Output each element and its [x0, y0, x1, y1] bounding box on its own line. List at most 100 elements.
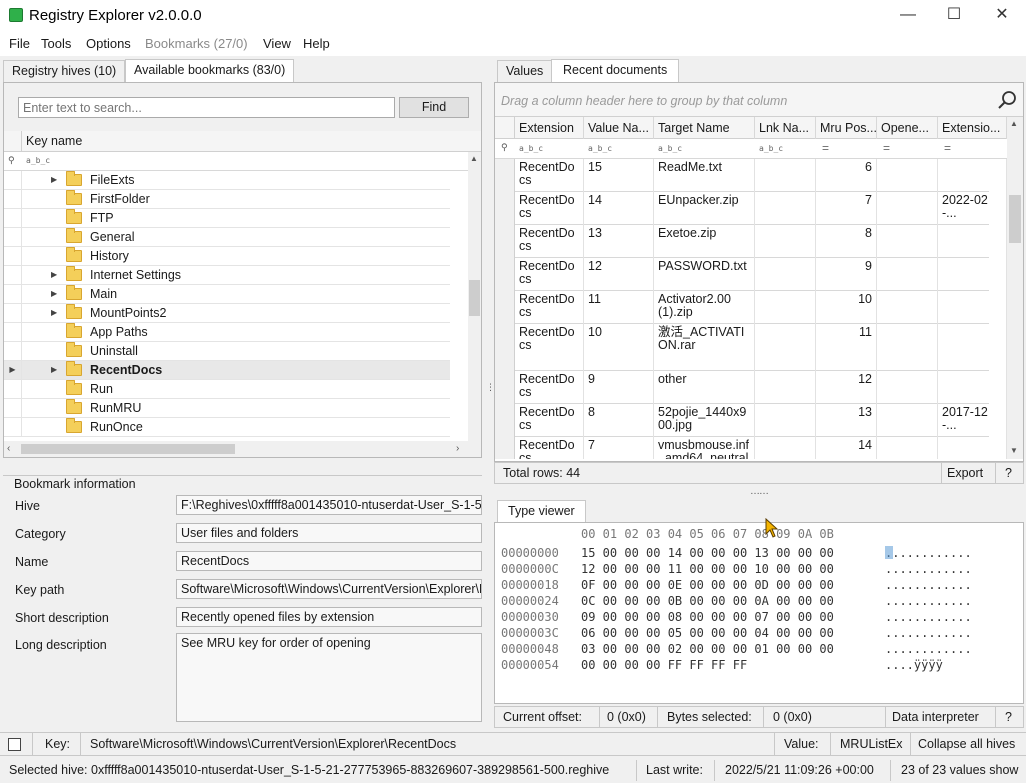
expand-arrow-icon[interactable]: ▶	[51, 266, 57, 284]
hex-line[interactable]: 00000018 0F 00 00 00 0E 00 00 00 0D 00 00…	[495, 577, 1023, 593]
tree-row[interactable]: ▶ FileExts	[4, 171, 450, 190]
cell-extension-last-opened	[938, 225, 1007, 258]
menu-bookmarks[interactable]: Bookmarks (27/0)	[145, 36, 248, 51]
collapse-all-hives-button[interactable]: Collapse all hives	[918, 737, 1015, 751]
hex-line[interactable]: 00000054 00 00 00 00 FF FF FF FF ....ÿÿÿÿ	[495, 657, 1023, 673]
tree-row[interactable]: History	[4, 247, 450, 266]
table-row[interactable]: RecentDocs 8 52pojie_1440x900.jpg 13 2017-12…	[495, 404, 1007, 437]
minimize-button[interactable]: —	[885, 0, 931, 32]
cell-extension: RecentDocs	[515, 437, 584, 459]
maximize-button[interactable]: ☐	[931, 0, 977, 32]
menu-tools[interactable]: Tools	[41, 36, 71, 51]
tree-row[interactable]: RunOnce	[4, 418, 450, 437]
keypath-field[interactable]: Software\Microsoft\Windows\CurrentVersio…	[176, 579, 482, 599]
scroll-thumb[interactable]	[469, 280, 480, 316]
tab-registry-hives[interactable]: Registry hives (10)	[3, 60, 126, 82]
tree-horizontal-scrollbar[interactable]: ‹ ›	[4, 441, 481, 457]
column-target-name[interactable]: Target Name	[654, 117, 755, 139]
hex-line[interactable]: 0000003C 06 00 00 00 05 00 00 00 04 00 00…	[495, 625, 1023, 641]
tree-row[interactable]: General	[4, 228, 450, 247]
expand-arrow-icon[interactable]: ▶	[51, 361, 57, 379]
expand-arrow-icon[interactable]: ▶	[51, 285, 57, 303]
grid-filter-row[interactable]: ⚲ a̲b̲c a̲b̲c a̲b̲c a̲b̲c = = =	[495, 139, 1007, 159]
tree-row[interactable]: Run	[4, 380, 450, 399]
table-row[interactable]: RecentDocs 12 PASSWORD.txt 9	[495, 258, 1007, 291]
help-button[interactable]: ?	[1005, 466, 1012, 480]
menu-options[interactable]: Options	[86, 36, 131, 51]
export-button[interactable]: Export	[947, 466, 983, 480]
cell-lnk-name	[755, 437, 816, 459]
column-mru-position[interactable]: Mru Pos...	[816, 117, 877, 139]
tree-row[interactable]: App Paths	[4, 323, 450, 342]
column-extension[interactable]: Extension	[515, 117, 584, 139]
tree-filter-row[interactable]: ⚲ a̲b̲c	[4, 152, 481, 171]
tab-recent-documents[interactable]: Recent documents	[551, 59, 680, 82]
search-input[interactable]	[18, 97, 395, 118]
tab-type-viewer[interactable]: Type viewer	[497, 500, 586, 523]
close-button[interactable]: ✕	[979, 0, 1025, 32]
tab-available-bookmarks[interactable]: Available bookmarks (83/0)	[125, 59, 295, 82]
data-interpreter-button[interactable]: Data interpreter	[892, 710, 979, 724]
table-row[interactable]: RecentDocs 13 Exetoe.zip 8	[495, 225, 1007, 258]
tree-row[interactable]: RunMRU	[4, 399, 450, 418]
scroll-up-icon[interactable]: ▲	[1010, 119, 1018, 128]
equals-filter-icon: =	[822, 141, 830, 155]
expand-arrow-icon[interactable]: ▶	[51, 304, 57, 322]
column-opened-on[interactable]: Opene...	[877, 117, 938, 139]
folder-icon	[66, 361, 82, 376]
table-row[interactable]: RecentDocs 7 vmusbmouse.inf_amd64_neutral 1…	[495, 437, 1007, 459]
name-field[interactable]: RecentDocs	[176, 551, 482, 571]
find-button[interactable]: Find	[399, 97, 469, 118]
short-description-field[interactable]: Recently opened files by extension	[176, 607, 482, 627]
tree-row-label: FileExts	[90, 173, 135, 187]
hex-line[interactable]: 0000000C 12 00 00 00 11 00 00 00 10 00 00…	[495, 561, 1023, 577]
hex-line[interactable]: 00000000 15 00 00 00 14 00 00 00 13 00 00…	[495, 545, 1023, 561]
grid-vertical-scrollbar[interactable]: ▲ ▼	[1007, 117, 1023, 459]
tree-row[interactable]: FTP	[4, 209, 450, 228]
tree-column-key-name[interactable]: Key name	[26, 134, 82, 148]
table-row[interactable]: RecentDocs 14 EUnpacker.zip 7 2022-02-...	[495, 192, 1007, 225]
tab-values[interactable]: Values	[497, 60, 553, 82]
scroll-up-icon[interactable]: ▲	[470, 154, 478, 163]
hex-line[interactable]: 00000030 09 00 00 00 08 00 00 00 07 00 00…	[495, 609, 1023, 625]
row-indicator	[4, 323, 22, 342]
type-viewer-help-button[interactable]: ?	[1005, 710, 1012, 724]
scroll-thumb-h[interactable]	[21, 444, 235, 454]
column-lnk-name[interactable]: Lnk Na...	[755, 117, 816, 139]
category-field[interactable]: User files and folders	[176, 523, 482, 543]
long-description-field[interactable]: See MRU key for order of opening	[176, 633, 482, 722]
menu-file[interactable]: File	[9, 36, 30, 51]
hex-line[interactable]: 00000048 03 00 00 00 02 00 00 00 01 00 00…	[495, 641, 1023, 657]
scroll-down-icon[interactable]: ▼	[1010, 446, 1018, 455]
group-panel[interactable]: Drag a column header here to group by th…	[495, 83, 1023, 117]
text-filter-icon: a̲b̲c	[588, 144, 613, 153]
menu-view[interactable]: View	[263, 36, 291, 51]
tree-row[interactable]: ▶ ▶ RecentDocs	[4, 361, 450, 380]
status-bar: Selected hive: 0xfffff8a001435010-ntuser…	[0, 758, 1026, 783]
row-indicator	[4, 266, 22, 285]
table-row[interactable]: RecentDocs 11 Activator2.00 (1).zip 10	[495, 291, 1007, 324]
expand-arrow-icon[interactable]: ▶	[51, 171, 57, 189]
tree-vertical-scrollbar[interactable]: ▲	[468, 152, 481, 441]
hive-field[interactable]: F:\Reghives\0xfffff8a001435010-ntuserdat…	[176, 495, 482, 515]
table-row[interactable]: RecentDocs 10 激活_ACTIVATION.rar 11	[495, 324, 1007, 371]
menu-help[interactable]: Help	[303, 36, 330, 51]
column-extension-last-opened[interactable]: Extensio...	[938, 117, 1007, 139]
tree-row[interactable]: Uninstall	[4, 342, 450, 361]
key-checkbox[interactable]	[8, 738, 21, 751]
last-write-value: 2022/5/21 11:09:26 +00:00	[725, 763, 874, 777]
table-row[interactable]: RecentDocs 9 other 12	[495, 371, 1007, 404]
column-value-name[interactable]: Value Na...	[584, 117, 654, 139]
scroll-right-icon[interactable]: ›	[456, 443, 459, 454]
tree-row[interactable]: FirstFolder	[4, 190, 450, 209]
search-icon[interactable]	[997, 90, 1017, 110]
horizontal-splitter-grip[interactable]: ……	[750, 486, 769, 497]
tree-row[interactable]: ▶ Main	[4, 285, 450, 304]
row-indicator	[495, 225, 515, 258]
tree-row[interactable]: ▶ MountPoints2	[4, 304, 450, 323]
scroll-left-icon[interactable]: ‹	[7, 443, 10, 454]
scroll-thumb[interactable]	[1009, 195, 1021, 243]
tree-row[interactable]: ▶ Internet Settings	[4, 266, 450, 285]
hex-line[interactable]: 00000024 0C 00 00 00 0B 00 00 00 0A 00 00…	[495, 593, 1023, 609]
table-row[interactable]: RecentDocs 15 ReadMe.txt 6	[495, 159, 1007, 192]
